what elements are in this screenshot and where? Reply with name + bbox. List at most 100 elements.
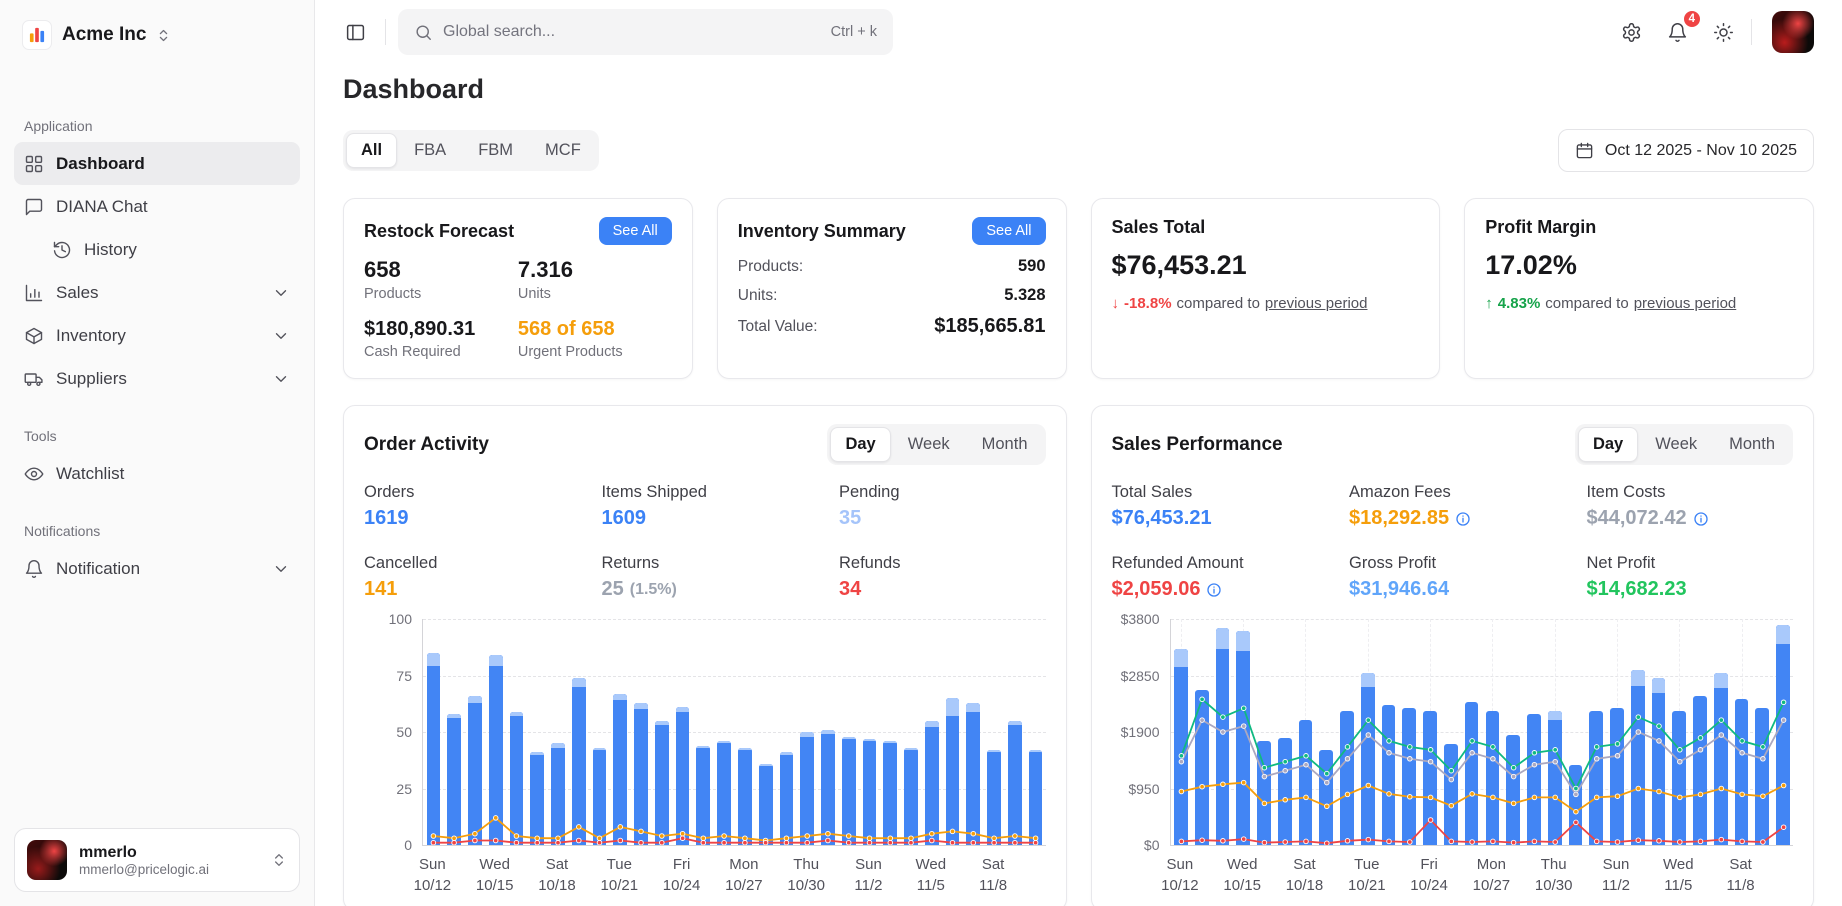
arrow-up-icon: ↑ xyxy=(1485,295,1493,312)
restock-see-all-button[interactable]: See All xyxy=(599,217,672,245)
order-activity-plot[interactable] xyxy=(422,619,1046,846)
y-axis: $0$950$1900$2850$3800 xyxy=(1112,619,1170,846)
sales-total-value: $76,453.21 xyxy=(1112,250,1420,281)
search-icon xyxy=(414,23,433,42)
gear-icon xyxy=(1621,22,1642,43)
info-icon[interactable] xyxy=(1206,582,1222,598)
sales-performance-card: Sales Performance Day Week Month Total S… xyxy=(1091,405,1815,906)
global-search[interactable]: Ctrl + k xyxy=(398,9,893,55)
theme-toggle-button[interactable] xyxy=(1705,14,1741,50)
chevron-down-icon xyxy=(272,284,290,302)
brand-name: Acme Inc xyxy=(62,24,146,46)
sidebar-item-dashboard[interactable]: Dashboard xyxy=(14,142,300,185)
watchlist-eye-icon xyxy=(24,464,44,484)
user-meta: mmerlo mmerlo@pricelogic.ai xyxy=(79,844,259,877)
stat-returns: Returns 25(1.5%) xyxy=(601,554,839,601)
dashboard-grid-icon xyxy=(24,154,44,174)
page-title: Dashboard xyxy=(343,74,1814,105)
sidebar: Acme Inc Application Dashboard DIANA Cha… xyxy=(0,0,315,906)
sidebar-item-label: Inventory xyxy=(56,326,126,346)
tab-all[interactable]: All xyxy=(346,133,397,168)
inventory-summary-card: Inventory Summary See All Products: 590 … xyxy=(717,198,1067,379)
order-activity-stats: Orders 1619 Items Shipped 1609 Pending 3… xyxy=(364,483,1046,601)
sidebar-item-history[interactable]: History xyxy=(42,228,300,271)
x-axis: Sun10/12Wed10/15Sat10/18Tue10/21Fri10/24… xyxy=(1170,846,1794,892)
workspace-switcher[interactable]: Acme Inc xyxy=(14,14,300,56)
chevron-down-icon xyxy=(272,327,290,345)
stat-refunds: Refunds 34 xyxy=(839,554,1046,601)
toggle-month[interactable]: Month xyxy=(1714,427,1790,462)
summary-cards: Restock Forecast See All 658 Products 7.… xyxy=(343,198,1814,379)
order-activity-card: Order Activity Day Week Month Orders 161… xyxy=(343,405,1067,906)
date-range-picker[interactable]: Oct 12 2025 - Nov 10 2025 xyxy=(1558,129,1814,172)
sidebar-item-label: Dashboard xyxy=(56,154,145,174)
restock-forecast-card: Restock Forecast See All 658 Products 7.… xyxy=(343,198,693,379)
sales-performance-chart: $0$950$1900$2850$3800 Sun10/12Wed10/15Sa… xyxy=(1112,619,1794,892)
sidebar-item-label: Suppliers xyxy=(56,369,127,389)
tab-fba[interactable]: FBA xyxy=(399,133,461,168)
metric-products: 658 Products xyxy=(364,257,518,302)
card-title: Profit Margin xyxy=(1485,217,1596,238)
sidebar-item-inventory[interactable]: Inventory xyxy=(14,314,300,357)
info-icon[interactable] xyxy=(1693,511,1709,527)
sidebar-item-suppliers[interactable]: Suppliers xyxy=(14,357,300,400)
notification-count-badge: 4 xyxy=(1682,9,1702,29)
card-title: Sales Total xyxy=(1112,217,1206,238)
stat-items-shipped: Items Shipped 1609 xyxy=(601,483,839,530)
metric-urgent-products: 568 of 658 Urgent Products xyxy=(518,318,672,360)
inventory-see-all-button[interactable]: See All xyxy=(972,217,1045,245)
section-label-tools: Tools xyxy=(14,428,300,444)
section-label-application: Application xyxy=(14,118,300,134)
dashboard-content: Dashboard All FBA FBM MCF Oct 12 2025 - … xyxy=(315,64,1842,906)
toggle-week[interactable]: Week xyxy=(893,427,965,462)
sidebar-item-sales[interactable]: Sales xyxy=(14,271,300,314)
profit-margin-card: Profit Margin 17.02% ↑ 4.83% compared to… xyxy=(1464,198,1814,379)
sidebar-item-label: DIANA Chat xyxy=(56,197,148,217)
y-axis: 0255075100 xyxy=(364,619,422,846)
stat-gross-profit: Gross Profit $31,946.64 xyxy=(1349,554,1587,601)
stat-pending: Pending 35 xyxy=(839,483,1046,530)
sidebar-item-watchlist[interactable]: Watchlist xyxy=(14,452,300,495)
chevron-down-icon xyxy=(272,560,290,578)
sales-performance-plot[interactable] xyxy=(1170,619,1794,846)
truck-icon xyxy=(24,369,44,389)
section-label-notifications: Notifications xyxy=(14,523,300,539)
sidebar-toggle-button[interactable] xyxy=(337,14,373,50)
tab-fbm[interactable]: FBM xyxy=(463,133,528,168)
stat-refunded-amount: Refunded Amount $2,059.06 xyxy=(1112,554,1349,601)
card-title: Restock Forecast xyxy=(364,221,514,242)
stat-net-profit: Net Profit $14,682.23 xyxy=(1586,554,1793,601)
stat-amazon-fees: Amazon Fees $18,292.85 xyxy=(1349,483,1587,530)
sidebar-nav: Dashboard DIANA Chat History Sales Inven… xyxy=(14,142,300,400)
search-shortcut: Ctrl + k xyxy=(831,24,877,40)
user-menu[interactable]: mmerlo mmerlo@pricelogic.ai xyxy=(14,828,300,892)
toggle-day[interactable]: Day xyxy=(1578,427,1638,462)
info-icon[interactable] xyxy=(1455,511,1471,527)
previous-period-link[interactable]: previous period xyxy=(1634,295,1737,312)
tab-mcf[interactable]: MCF xyxy=(530,133,596,168)
toggle-day[interactable]: Day xyxy=(830,427,890,462)
main-area: Ctrl + k 4 Dashboard xyxy=(315,0,1842,906)
toggle-month[interactable]: Month xyxy=(967,427,1043,462)
row-units: Units: 5.328 xyxy=(738,286,1046,305)
user-name: mmerlo xyxy=(79,844,259,862)
toggle-week[interactable]: Week xyxy=(1640,427,1712,462)
sidebar-item-label: Notification xyxy=(56,559,140,579)
sidebar-item-notification[interactable]: Notification xyxy=(14,547,300,590)
package-icon xyxy=(24,326,44,346)
chevron-down-icon xyxy=(272,370,290,388)
sidebar-item-diana-chat[interactable]: DIANA Chat xyxy=(14,185,300,228)
divider xyxy=(1751,19,1752,45)
stat-orders: Orders 1619 xyxy=(364,483,601,530)
date-range-label: Oct 12 2025 - Nov 10 2025 xyxy=(1605,142,1797,160)
search-input[interactable] xyxy=(443,23,821,41)
card-title: Order Activity xyxy=(364,434,489,456)
sidebar-item-label: Sales xyxy=(56,283,99,303)
previous-period-link[interactable]: previous period xyxy=(1265,295,1368,312)
sun-icon xyxy=(1713,22,1734,43)
settings-button[interactable] xyxy=(1613,14,1649,50)
sidebar-item-label: History xyxy=(84,240,137,260)
profile-avatar[interactable] xyxy=(1772,11,1814,53)
filters-row: All FBA FBM MCF Oct 12 2025 - Nov 10 202… xyxy=(343,129,1814,172)
notifications-button[interactable]: 4 xyxy=(1659,14,1695,50)
